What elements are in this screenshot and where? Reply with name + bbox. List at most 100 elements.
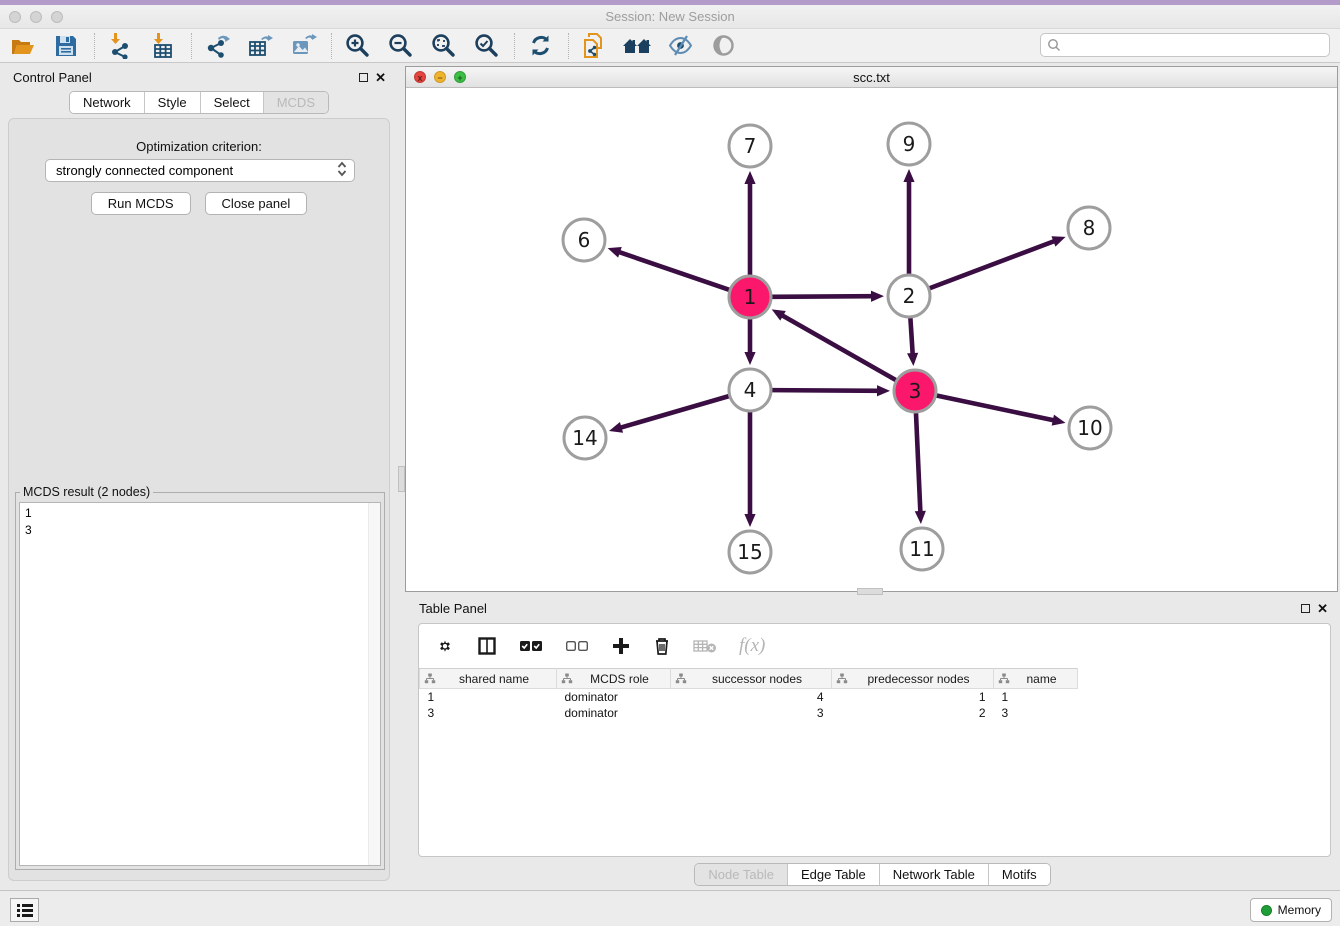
column-header-shared-name[interactable]: shared name bbox=[420, 669, 557, 689]
table-cell[interactable]: 3 bbox=[671, 705, 832, 721]
export-table-icon[interactable] bbox=[245, 31, 275, 61]
table-row[interactable]: 1dominator411 bbox=[420, 689, 1331, 705]
float-panel-icon[interactable] bbox=[359, 73, 368, 82]
result-scrollbar[interactable] bbox=[368, 503, 380, 865]
select-all-checkboxes-icon[interactable] bbox=[519, 639, 543, 653]
edge-arrowhead bbox=[609, 422, 623, 433]
import-table-icon[interactable] bbox=[148, 31, 178, 61]
edge-4-14[interactable] bbox=[620, 396, 729, 428]
zoom-selected-icon[interactable] bbox=[471, 31, 501, 61]
graph-node-label: 10 bbox=[1077, 416, 1102, 440]
function-builder-icon[interactable]: f(x) bbox=[739, 635, 765, 657]
network-window-title: scc.txt bbox=[406, 70, 1337, 85]
delete-column-icon[interactable] bbox=[653, 636, 671, 656]
delete-table-icon[interactable] bbox=[693, 638, 717, 654]
export-image-icon[interactable] bbox=[288, 31, 318, 61]
tab-mcds[interactable]: MCDS bbox=[264, 92, 328, 113]
edge-2-8[interactable] bbox=[930, 241, 1056, 289]
graph-node-label: 7 bbox=[744, 134, 757, 158]
close-panel-icon[interactable]: ✕ bbox=[375, 73, 386, 82]
table-row[interactable]: 3dominator323 bbox=[420, 705, 1331, 721]
table-panel: Table Panel ✕ bbox=[405, 595, 1340, 889]
edge-1-2[interactable] bbox=[772, 296, 873, 297]
column-filler bbox=[1078, 669, 1331, 689]
table-toolbar: f(x) bbox=[419, 624, 1330, 668]
table-cell[interactable]: 1 bbox=[994, 689, 1078, 705]
task-history-button[interactable] bbox=[10, 898, 39, 922]
close-table-panel-icon[interactable]: ✕ bbox=[1317, 604, 1328, 613]
window-title: Session: New Session bbox=[0, 9, 1340, 24]
table-cell[interactable]: dominator bbox=[557, 689, 671, 705]
horizontal-splitter-handle[interactable] bbox=[857, 588, 883, 595]
home-icon[interactable] bbox=[622, 31, 652, 61]
mcds-result-list[interactable]: 1 3 bbox=[19, 502, 381, 866]
toolbar-separator bbox=[94, 33, 95, 59]
column-header-MCDS-role[interactable]: MCDS role bbox=[557, 669, 671, 689]
hierarchy-icon bbox=[836, 673, 848, 684]
table-cell[interactable]: dominator bbox=[557, 705, 671, 721]
status-bar: Memory bbox=[0, 890, 1340, 926]
tab-style[interactable]: Style bbox=[145, 92, 201, 113]
run-mcds-button[interactable]: Run MCDS bbox=[91, 192, 191, 215]
edge-4-3[interactable] bbox=[772, 390, 879, 391]
optimization-criterion-select[interactable]: strongly connected component bbox=[45, 159, 355, 182]
vertical-splitter-handle[interactable] bbox=[398, 466, 405, 492]
table-cell[interactable]: 3 bbox=[420, 705, 557, 721]
column-header-name[interactable]: name bbox=[994, 669, 1078, 689]
node-table: shared nameMCDS rolesuccessor nodesprede… bbox=[419, 668, 1330, 721]
zoom-out-icon[interactable] bbox=[385, 31, 415, 61]
tab-motifs[interactable]: Motifs bbox=[989, 864, 1050, 885]
edge-3-1[interactable] bbox=[781, 315, 896, 380]
network-view-window: x − + scc.txt 7968124314101511 bbox=[405, 66, 1338, 592]
edge-2-3[interactable] bbox=[910, 318, 912, 355]
gear-icon[interactable] bbox=[435, 636, 455, 656]
table-cell[interactable]: 1 bbox=[832, 689, 994, 705]
deselect-all-checkboxes-icon[interactable] bbox=[565, 639, 589, 653]
table-cell[interactable]: 3 bbox=[994, 705, 1078, 721]
toolbar-separator bbox=[514, 33, 515, 59]
table-panel-tabs: Node TableEdge TableNetwork TableMotifs bbox=[694, 863, 1050, 886]
graph-node-label: 8 bbox=[1083, 216, 1096, 240]
hide-panel-eye-icon[interactable] bbox=[665, 31, 695, 61]
tab-node-table[interactable]: Node Table bbox=[695, 864, 788, 885]
edge-3-10[interactable] bbox=[937, 396, 1055, 421]
export-network-icon[interactable] bbox=[202, 31, 232, 61]
edge-1-6[interactable] bbox=[618, 252, 729, 290]
add-column-icon[interactable] bbox=[611, 636, 631, 656]
graph-node-label: 15 bbox=[737, 540, 762, 564]
graph-node-label: 3 bbox=[909, 379, 922, 403]
zoom-in-icon[interactable] bbox=[342, 31, 372, 61]
search-input[interactable] bbox=[1065, 35, 1329, 55]
search-field[interactable] bbox=[1040, 33, 1330, 57]
column-header-successor-nodes[interactable]: successor nodes bbox=[671, 669, 832, 689]
table-cell[interactable]: 4 bbox=[671, 689, 832, 705]
optimization-criterion-label: Optimization criterion: bbox=[9, 139, 389, 154]
tab-network-table[interactable]: Network Table bbox=[880, 864, 989, 885]
refresh-icon[interactable] bbox=[525, 31, 555, 61]
tab-edge-table[interactable]: Edge Table bbox=[788, 864, 880, 885]
edge-3-11[interactable] bbox=[916, 413, 920, 513]
memory-button[interactable]: Memory bbox=[1250, 898, 1332, 922]
tab-network[interactable]: Network bbox=[70, 92, 145, 113]
network-canvas[interactable]: 7968124314101511 bbox=[406, 88, 1337, 591]
edge-arrowhead bbox=[871, 291, 884, 302]
table-cell[interactable]: 2 bbox=[832, 705, 994, 721]
edge-arrowhead bbox=[1052, 415, 1066, 426]
tab-select[interactable]: Select bbox=[201, 92, 264, 113]
save-session-icon[interactable] bbox=[51, 31, 81, 61]
table-cell[interactable]: 1 bbox=[420, 689, 557, 705]
column-layout-icon[interactable] bbox=[477, 636, 497, 656]
mcds-result-fieldset: MCDS result (2 nodes) 1 3 bbox=[15, 492, 385, 870]
import-network-icon[interactable] bbox=[105, 31, 135, 61]
column-header-predecessor-nodes[interactable]: predecessor nodes bbox=[832, 669, 994, 689]
open-session-icon[interactable] bbox=[8, 31, 38, 61]
float-table-panel-icon[interactable] bbox=[1301, 604, 1310, 613]
show-eye-icon[interactable] bbox=[708, 31, 738, 61]
graph-node-label: 14 bbox=[572, 426, 597, 450]
edge-arrowhead bbox=[744, 171, 755, 184]
zoom-fit-icon[interactable] bbox=[428, 31, 458, 61]
edge-arrowhead bbox=[744, 352, 755, 365]
close-panel-button[interactable]: Close panel bbox=[205, 192, 308, 215]
clone-network-icon[interactable] bbox=[579, 31, 609, 61]
main-toolbar bbox=[0, 29, 1340, 63]
